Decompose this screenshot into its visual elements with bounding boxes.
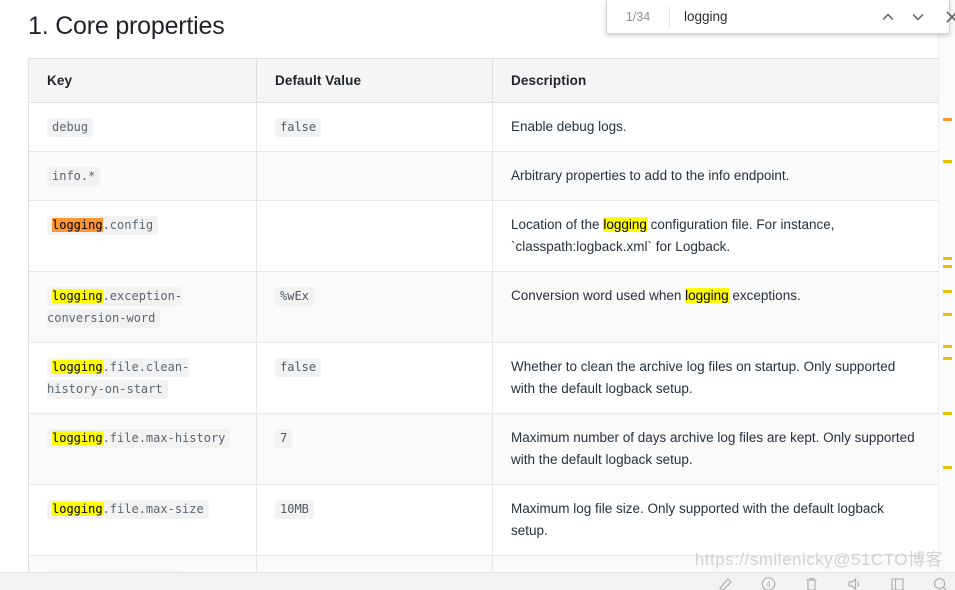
speaker-icon[interactable] — [846, 576, 863, 590]
key-code: logging.file.max-history — [47, 429, 231, 448]
cell-description: Arbitrary properties to add to the info … — [492, 151, 938, 201]
key-code: logging.config — [47, 216, 159, 235]
table-row: logging.file.clean-history-on-start false… — [28, 342, 938, 414]
cell-description: Conversion word used when logging except… — [492, 271, 938, 343]
cell-default-value: false — [256, 342, 493, 414]
scrollbar-match-marker — [943, 257, 952, 260]
scrollbar-match-marker — [943, 265, 952, 268]
default-value-code: %wEx — [275, 287, 314, 306]
column-header-default-value: Default Value — [256, 58, 493, 103]
scrollbar-match-marker — [943, 160, 952, 163]
default-value-code: false — [275, 118, 322, 137]
svg-text:4: 4 — [766, 580, 771, 589]
table-row: logging.config Location of the logging c… — [28, 200, 938, 272]
chevron-up-icon — [881, 10, 895, 24]
key-code: logging.exception-conversion-word — [47, 287, 183, 328]
cell-default-value: 10MB — [256, 484, 493, 556]
search-icon[interactable] — [932, 576, 949, 590]
find-previous-button[interactable] — [873, 2, 903, 32]
table-row: logging.exception-conversion-word %wEx Con… — [28, 271, 938, 343]
table-row: logging.file.max-size 10MB Maximum log fil… — [28, 484, 938, 556]
key-code: logging.file.max-size — [47, 500, 209, 519]
key-code: debug — [47, 118, 94, 137]
scrollbar-active-match-marker — [943, 118, 952, 121]
cell-description: Log file name (for instance, `myapp.log`… — [492, 555, 938, 572]
cell-key: logging.file.name — [28, 555, 257, 572]
search-highlight: logging — [685, 288, 729, 303]
cell-key: logging.file.clean-history-on-start — [28, 342, 257, 414]
active-search-highlight: logging — [52, 218, 103, 232]
scrollbar-match-marker — [943, 345, 952, 348]
cell-key: logging.file.max-size — [28, 484, 257, 556]
table-body: debug false Enable debug logs. info.* Arbit… — [28, 102, 938, 572]
scrollbar-match-marker — [943, 357, 952, 360]
chevron-down-icon — [911, 10, 925, 24]
cell-description: Enable debug logs. — [492, 102, 938, 152]
scrollbar-match-marker — [943, 290, 952, 293]
search-highlight: logging — [52, 431, 103, 445]
find-in-page-bar[interactable]: 1/34 — [606, 0, 955, 34]
default-value-code: false — [275, 358, 322, 377]
browser-viewport: 1. Core properties Key Default Value Des… — [0, 0, 955, 590]
table-row: info.* Arbitrary properties to add to th… — [28, 151, 938, 201]
search-highlight: logging — [52, 502, 103, 516]
cell-key: logging.config — [28, 200, 257, 272]
trash-icon[interactable] — [803, 576, 820, 590]
cell-description: Maximum number of days archive log files… — [492, 413, 938, 485]
default-value-code: 7 — [275, 429, 293, 448]
cell-default-value: false — [256, 102, 493, 152]
column-header-description: Description — [492, 58, 938, 103]
cell-default-value — [256, 200, 493, 272]
scrollbar-match-marker — [943, 412, 952, 415]
default-value-code: 10MB — [275, 500, 314, 519]
scrollbar-match-marker — [943, 313, 952, 316]
find-input[interactable] — [670, 1, 869, 32]
search-highlight: logging — [52, 289, 103, 303]
table-header: Key Default Value Description — [28, 58, 938, 103]
window-icon[interactable] — [889, 576, 906, 590]
table-row: debug false Enable debug logs. — [28, 102, 938, 152]
cell-description: Location of the logging configuration fi… — [492, 200, 938, 272]
search-highlight: logging — [52, 360, 103, 374]
key-code: info.* — [47, 167, 101, 186]
key-code: logging.file.clean-history-on-start — [47, 358, 190, 399]
cell-key: logging.file.max-history — [28, 413, 257, 485]
document-content-area: 1. Core properties Key Default Value Des… — [0, 0, 938, 572]
close-icon — [945, 10, 955, 24]
table-header-row: Key Default Value Description — [28, 58, 938, 103]
table-row: logging.file.name Log file name (for ins… — [28, 555, 938, 572]
at-circle-icon[interactable]: 4 — [760, 576, 777, 590]
column-header-key: Key — [28, 58, 257, 103]
cell-key: debug — [28, 102, 257, 152]
cell-key: info.* — [28, 151, 257, 201]
find-close-button[interactable] — [937, 2, 955, 32]
cell-description: Whether to clean the archive log files o… — [492, 342, 938, 414]
search-highlight: logging — [603, 217, 647, 232]
cell-description: Maximum log file size. Only supported wi… — [492, 484, 938, 556]
table-row: logging.file.max-history 7 Maximum number … — [28, 413, 938, 485]
cell-key: logging.exception-conversion-word — [28, 271, 257, 343]
cell-default-value — [256, 555, 493, 572]
find-match-counter: 1/34 — [625, 9, 651, 24]
vertical-scrollbar[interactable] — [938, 0, 955, 572]
cell-default-value: %wEx — [256, 271, 493, 343]
core-properties-table: Key Default Value Description debug false… — [28, 58, 938, 572]
bottom-toolbar-strip: 4 — [0, 572, 955, 590]
taskbar-icon-group: 4 — [717, 574, 949, 590]
find-next-button[interactable] — [903, 2, 933, 32]
cell-default-value — [256, 151, 493, 201]
pen-icon[interactable] — [717, 576, 734, 590]
cell-default-value: 7 — [256, 413, 493, 485]
scrollbar-match-marker — [943, 466, 952, 469]
